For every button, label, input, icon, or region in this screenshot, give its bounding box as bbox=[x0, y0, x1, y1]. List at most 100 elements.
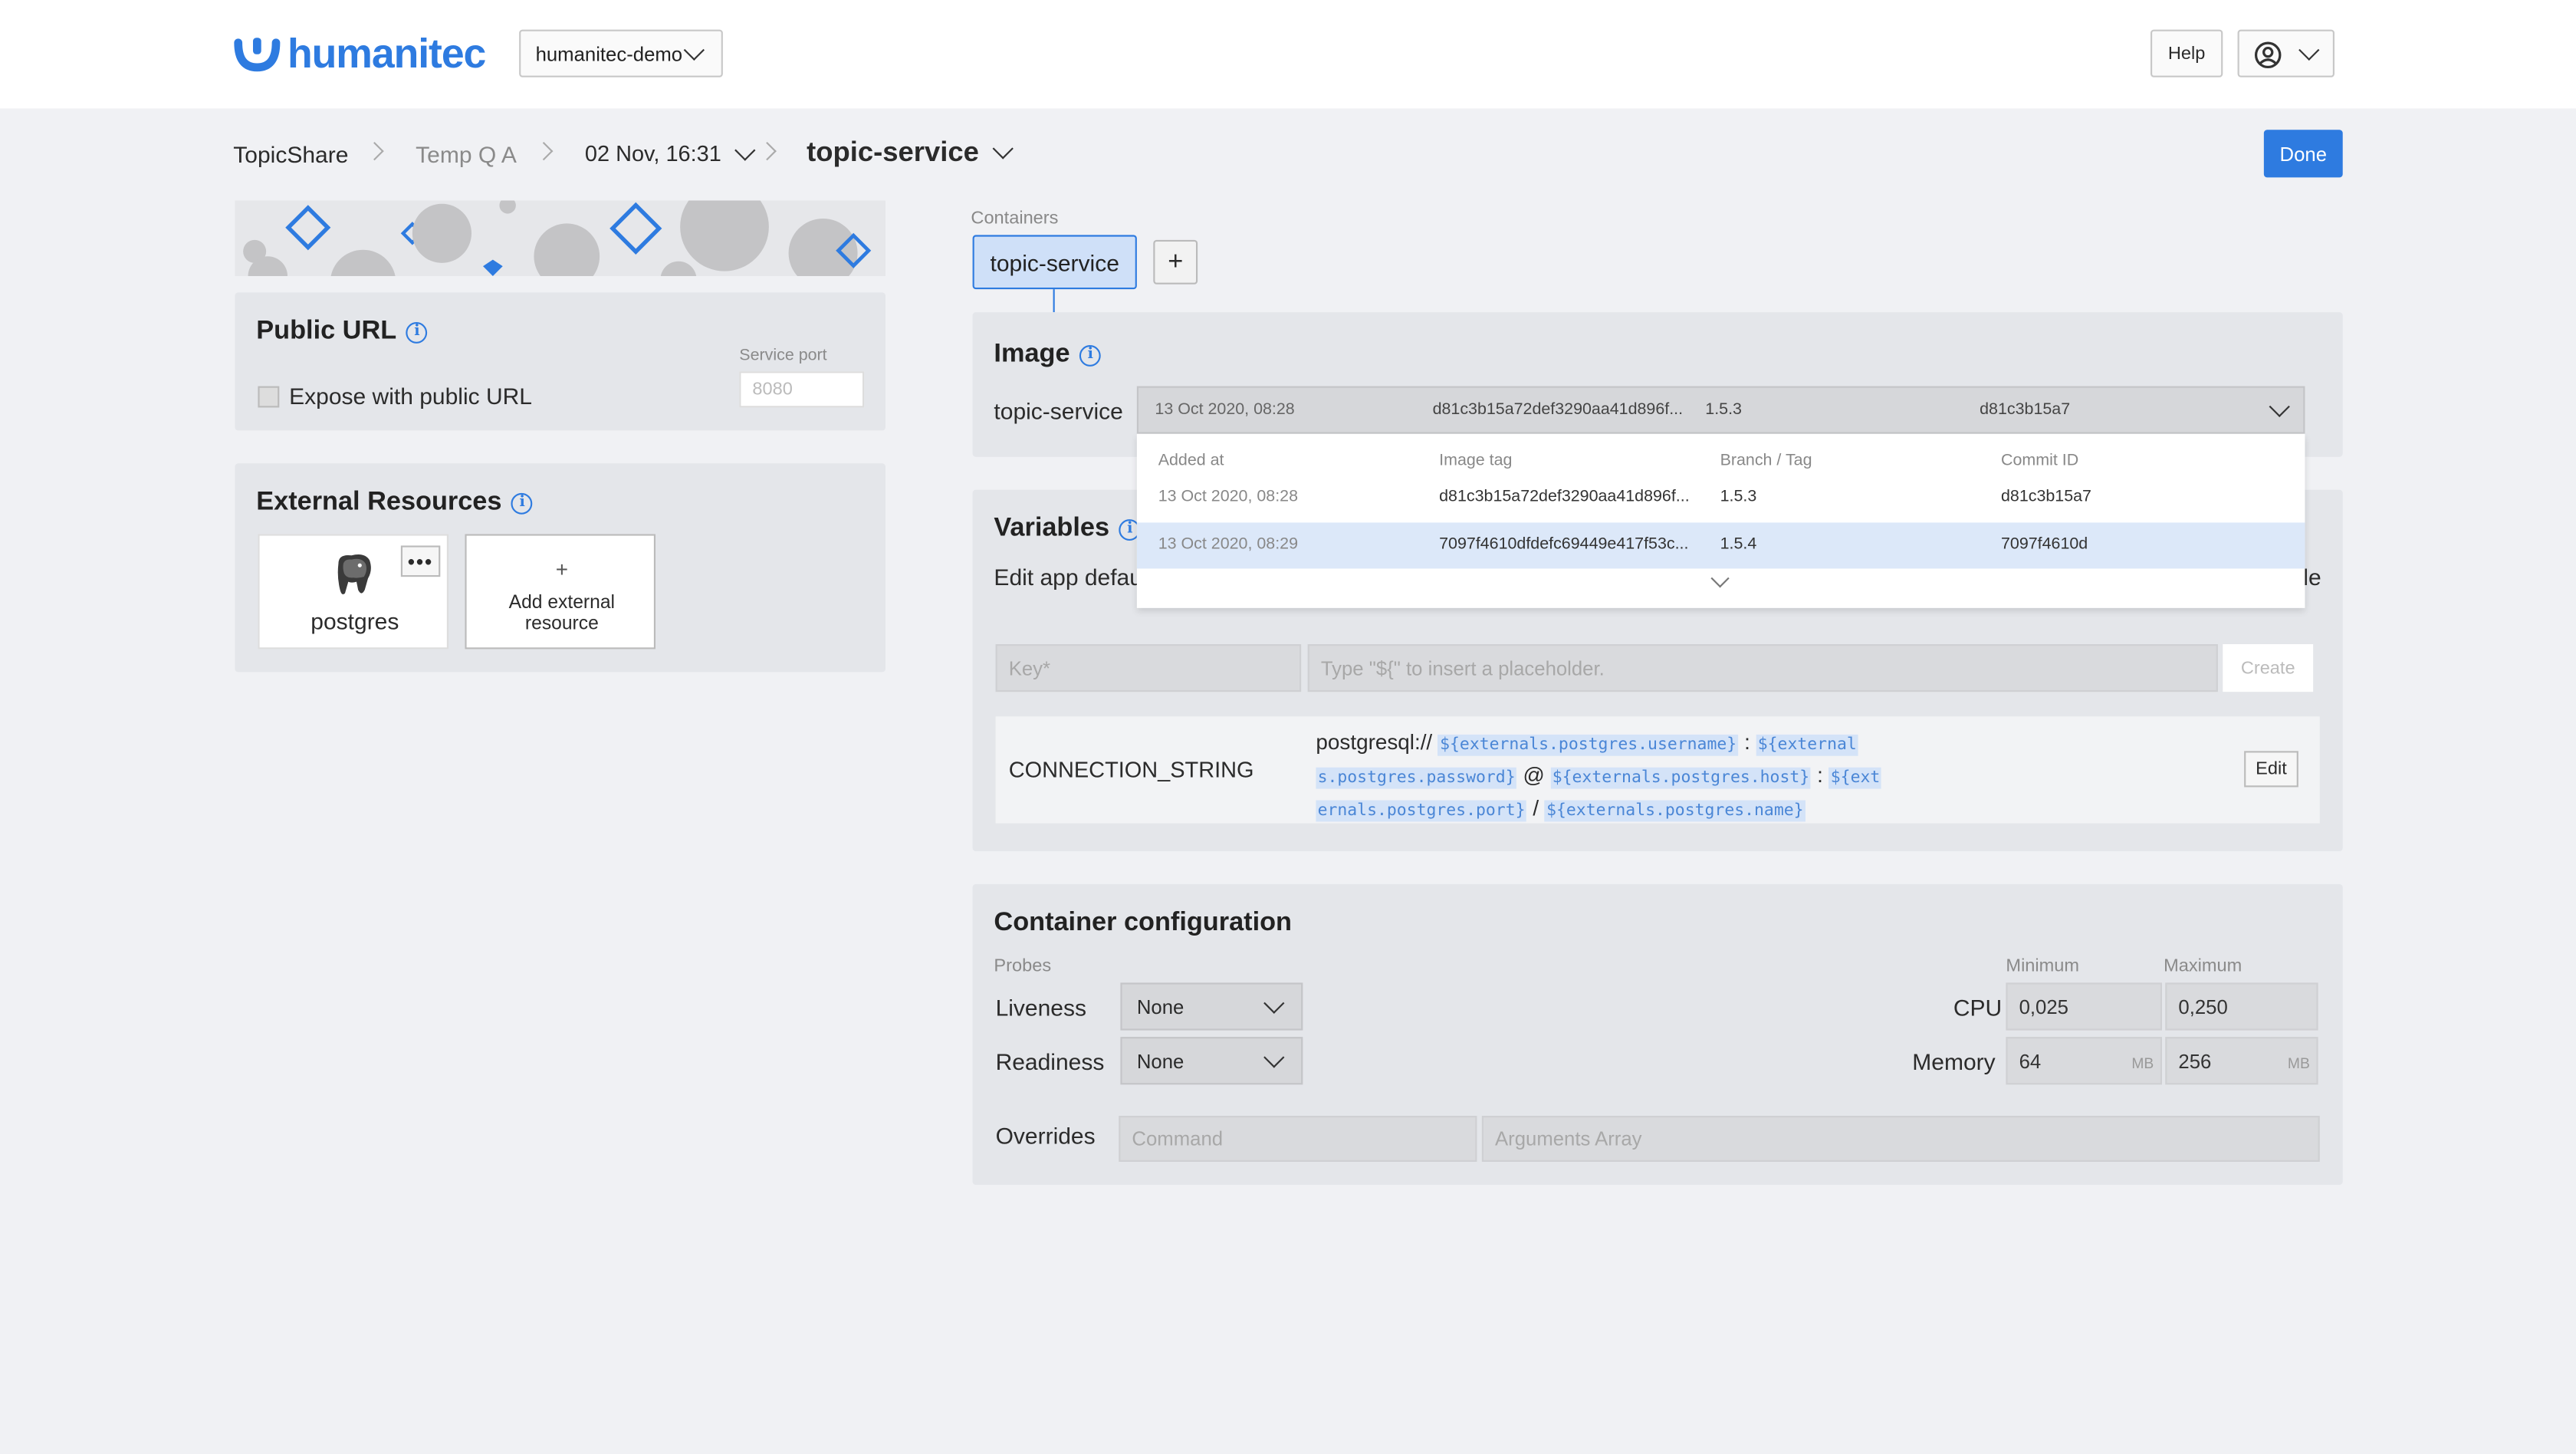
placeholder-token: ernals.postgres.port} bbox=[1316, 800, 1527, 822]
chevron-down-icon bbox=[1263, 1047, 1285, 1068]
top-header: humanitec humanitec-demo Help bbox=[0, 0, 2576, 109]
variable-value-input[interactable]: Type "${" to insert a placeholder. bbox=[1307, 644, 2218, 692]
cpu-label: CPU bbox=[1953, 994, 2003, 1021]
plus-icon: + bbox=[555, 557, 568, 582]
user-menu-button[interactable] bbox=[2237, 29, 2334, 77]
column-commit-id: Commit ID bbox=[2001, 452, 2079, 470]
placeholder-token: ${externals.postgres.name} bbox=[1544, 800, 1806, 822]
info-icon[interactable]: i bbox=[1079, 344, 1102, 366]
breadcrumb-separator-icon bbox=[534, 142, 554, 161]
resource-card-postgres[interactable]: ••• postgres bbox=[258, 534, 449, 650]
placeholder-token: ${externals.postgres.host} bbox=[1550, 767, 1812, 789]
value-placeholder: Type "${" to insert a placeholder. bbox=[1320, 656, 1605, 680]
humanitec-logo-icon bbox=[234, 38, 281, 72]
variable-key-input[interactable]: Key* bbox=[995, 644, 1302, 692]
row-image-tag: 7097f4610dfdefc69449e417f53c... bbox=[1439, 535, 1689, 554]
row-commit: d81c3b15a7 bbox=[2001, 488, 2091, 506]
info-icon[interactable]: i bbox=[511, 492, 534, 514]
expose-public-url-checkbox[interactable] bbox=[258, 385, 280, 407]
memory-label: Memory bbox=[1912, 1048, 1996, 1075]
maximum-label: Maximum bbox=[2164, 956, 2242, 976]
resource-name: postgres bbox=[310, 607, 399, 635]
service-port-label: Service port bbox=[739, 347, 827, 365]
create-variable-button[interactable]: Create bbox=[2223, 644, 2314, 692]
cpu-min-input[interactable]: 0,025 bbox=[2006, 982, 2162, 1031]
scroll-down-chevron-icon[interactable] bbox=[1710, 569, 1730, 588]
value-prefix: postgresql:// bbox=[1316, 729, 1433, 755]
organization-select[interactable]: humanitec-demo bbox=[519, 29, 723, 77]
expose-public-url-row[interactable]: Expose with public URL bbox=[258, 383, 532, 410]
service-port-input[interactable]: 8080 bbox=[739, 371, 865, 408]
postgres-elephant-icon bbox=[337, 554, 371, 594]
module-name: topic-service bbox=[807, 136, 979, 168]
readiness-value: None bbox=[1136, 1049, 1184, 1073]
container-tab-topic-service[interactable]: topic-service bbox=[972, 235, 1137, 290]
arguments-placeholder: Arguments Array bbox=[1494, 1127, 1642, 1150]
variable-key: CONNECTION_STRING bbox=[1008, 757, 1254, 782]
breadcrumb-app[interactable]: TopicShare bbox=[233, 141, 348, 167]
tab-connector bbox=[1053, 289, 1055, 313]
image-version-row-highlighted[interactable]: 13 Oct 2020, 08:29 7097f4610dfdefc69449e… bbox=[1136, 522, 2305, 569]
add-external-resource-button[interactable]: + Add external resource bbox=[465, 534, 656, 650]
row-image-tag: d81c3b15a72def3290aa41d896f... bbox=[1439, 488, 1690, 506]
chevron-down-icon bbox=[683, 39, 705, 61]
memory-max-input[interactable]: 256 MB bbox=[2165, 1037, 2318, 1085]
memory-min-input[interactable]: 64 MB bbox=[2006, 1037, 2162, 1085]
value-separator: / bbox=[1533, 795, 1539, 821]
memory-unit: MB bbox=[2287, 1054, 2310, 1072]
liveness-select[interactable]: None bbox=[1120, 982, 1303, 1031]
container-configuration-title: Container configuration bbox=[994, 909, 1292, 937]
humanitec-logo[interactable]: humanitec bbox=[233, 33, 486, 76]
add-external-resource-label: Add external resource bbox=[508, 593, 616, 635]
variable-value: postgresql:// ${externals.postgres.usern… bbox=[1316, 728, 1940, 827]
placeholder-token: ${ext bbox=[1829, 767, 1882, 789]
external-resources-title-text: External Resources bbox=[256, 488, 502, 516]
readiness-select[interactable]: None bbox=[1120, 1037, 1303, 1085]
page: humanitec humanitec-demo Help TopicShare… bbox=[0, 0, 2576, 1454]
image-title: Image i bbox=[994, 340, 1102, 370]
selected-commit: d81c3b15a7 bbox=[1980, 400, 2071, 419]
column-added-at: Added at bbox=[1158, 452, 1224, 470]
probes-label: Probes bbox=[994, 956, 1052, 976]
help-button[interactable]: Help bbox=[2150, 29, 2223, 77]
chevron-up-down-icon bbox=[2269, 396, 2290, 417]
selected-branch: 1.5.3 bbox=[1705, 400, 1742, 419]
edit-variable-button[interactable]: Edit bbox=[2244, 751, 2298, 788]
info-icon[interactable]: i bbox=[406, 321, 428, 343]
decorative-shapes-icon bbox=[243, 200, 872, 276]
user-avatar-icon bbox=[2254, 41, 2282, 69]
arguments-array-input[interactable]: Arguments Array bbox=[1481, 1116, 2320, 1162]
placeholder-token: ${external bbox=[1756, 734, 1858, 756]
expose-public-url-label: Expose with public URL bbox=[289, 383, 532, 410]
external-resources-title: External Resources i bbox=[256, 488, 534, 518]
breadcrumb-environment[interactable]: Temp Q A bbox=[416, 141, 517, 167]
memory-unit: MB bbox=[2131, 1054, 2154, 1072]
command-input[interactable]: Command bbox=[1119, 1116, 1477, 1162]
breadcrumb-module[interactable]: topic-service bbox=[807, 136, 1014, 169]
variables-title: Variables i bbox=[994, 515, 1141, 544]
add-container-button[interactable]: + bbox=[1153, 239, 1198, 285]
overrides-label: Overrides bbox=[995, 1122, 1096, 1149]
placeholder-token: ${externals.postgres.username} bbox=[1438, 734, 1739, 756]
column-branch-tag: Branch / Tag bbox=[1720, 452, 1812, 470]
resource-more-button[interactable]: ••• bbox=[400, 545, 441, 577]
minimum-label: Minimum bbox=[2006, 956, 2080, 976]
breadcrumb-deployment[interactable]: 02 Nov, 16:31 bbox=[584, 139, 756, 166]
image-version-select[interactable]: 13 Oct 2020, 08:28 d81c3b15a72def3290aa4… bbox=[1136, 386, 2305, 434]
row-branch: 1.5.3 bbox=[1720, 488, 1757, 506]
placeholder-token: s.postgres.password} bbox=[1316, 767, 1517, 789]
row-added-at: 13 Oct 2020, 08:28 bbox=[1158, 488, 1299, 506]
chevron-down-icon bbox=[992, 138, 1014, 160]
image-version-row[interactable]: 13 Oct 2020, 08:28 d81c3b15a72def3290aa4… bbox=[1137, 476, 2305, 521]
readiness-label: Readiness bbox=[995, 1048, 1105, 1075]
image-title-text: Image bbox=[994, 340, 1070, 368]
variables-description-end: le bbox=[2303, 564, 2321, 590]
image-version-list: Added at Image tag Branch / Tag Commit I… bbox=[1136, 433, 2305, 608]
done-button[interactable]: Done bbox=[2263, 130, 2343, 178]
public-url-title-text: Public URL bbox=[256, 317, 397, 345]
organization-name: humanitec-demo bbox=[535, 41, 683, 65]
breadcrumb-separator-icon bbox=[365, 142, 384, 161]
value-separator: : bbox=[1817, 762, 1823, 788]
deployment-date: 02 Nov, 16:31 bbox=[584, 141, 721, 166]
cpu-max-input[interactable]: 0,250 bbox=[2165, 982, 2318, 1031]
